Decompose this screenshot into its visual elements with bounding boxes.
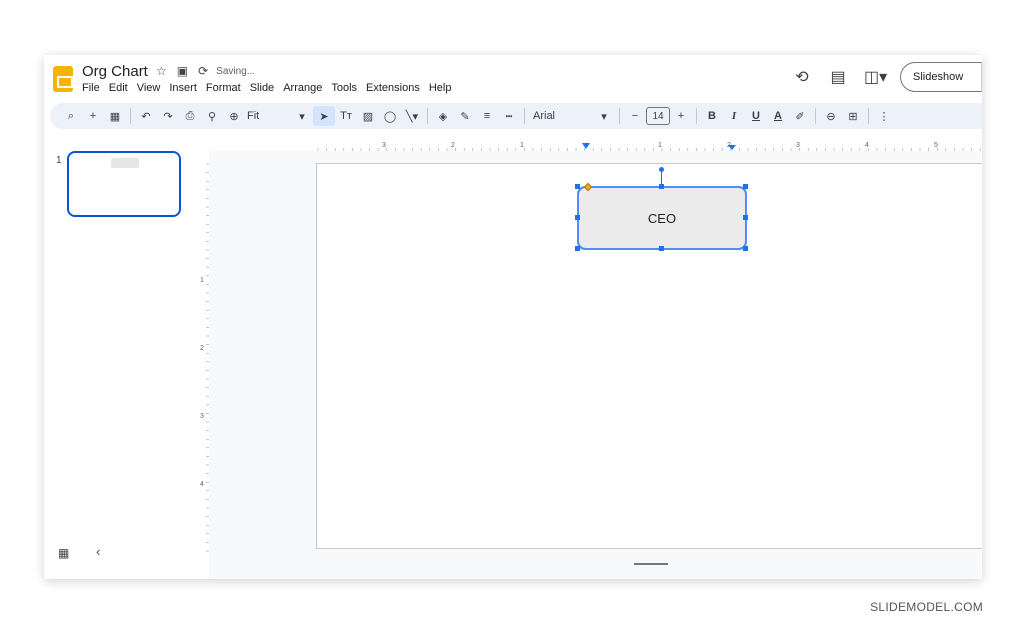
ceo-shape[interactable]: CEO — [578, 187, 746, 249]
shape-text[interactable]: CEO — [648, 211, 676, 226]
rotation-handle[interactable] — [659, 167, 664, 172]
resize-handle-ne[interactable] — [743, 184, 748, 189]
undo-icon[interactable]: ↶ — [135, 106, 157, 126]
header-actions: ⟲ ▤ ◫▾ Slideshow — [792, 62, 982, 92]
insert-link-icon[interactable]: ⊖ — [820, 106, 842, 126]
menu-view[interactable]: View — [137, 82, 161, 94]
fill-color-icon[interactable]: ◈ — [432, 106, 454, 126]
collapse-panel-icon[interactable]: ‹ — [96, 544, 100, 559]
text-box-icon[interactable]: Tт — [335, 106, 357, 126]
menu-extensions[interactable]: Extensions — [366, 82, 420, 94]
redo-icon[interactable]: ↷ — [157, 106, 179, 126]
speaker-notes-handle[interactable] — [634, 563, 668, 565]
toolbar-divider — [130, 108, 131, 124]
slide-thumbnail[interactable] — [67, 151, 181, 217]
border-weight-icon[interactable]: ≡ — [476, 106, 498, 126]
text-color-button[interactable]: A — [767, 106, 789, 126]
ruler-label: 5 — [934, 142, 938, 149]
italic-button[interactable]: I — [723, 106, 745, 126]
slide-number: 1 — [56, 155, 62, 166]
new-slide-icon[interactable]: + — [82, 106, 104, 126]
ruler-label: 3 — [796, 142, 800, 149]
toolbar: ⌕ + ▦ ↶ ↷ ⎙ ⚲ ⊕ Fit ▾ ➤ Tт ▨ ◯ ╲▾ ◈ ✎ ≡ … — [50, 103, 982, 129]
bold-button[interactable]: B — [701, 106, 723, 126]
resize-handle-se[interactable] — [743, 246, 748, 251]
ruler-label: 1 — [658, 142, 662, 149]
toolbar-divider — [619, 108, 620, 124]
search-menus-icon[interactable]: ⌕ — [60, 106, 82, 126]
saving-sync-icon: ⟳ — [198, 64, 209, 78]
select-tool-icon[interactable]: ➤ — [313, 106, 335, 126]
ruler-label: 1 — [200, 277, 204, 284]
resize-handle-n[interactable] — [659, 184, 664, 189]
line-icon[interactable]: ╲▾ — [401, 106, 423, 126]
ruler-label: 2 — [451, 142, 455, 149]
ruler-label: 4 — [200, 481, 204, 488]
menu-tools[interactable]: Tools — [331, 82, 357, 94]
menu-edit[interactable]: Edit — [109, 82, 128, 94]
toolbar-divider — [868, 108, 869, 124]
resize-handle-w[interactable] — [575, 215, 580, 220]
layout-icon[interactable]: ▦ — [104, 106, 126, 126]
vertical-ruler[interactable]: 1 2 3 4 — [199, 162, 209, 558]
more-options-icon[interactable]: ⋮ — [873, 106, 895, 126]
app-window: Org Chart ☆ ▣ ⟳ Saving... File Edit View… — [44, 55, 982, 579]
chevron-down-icon[interactable]: ▾ — [291, 106, 313, 126]
title-actions: ☆ ▣ ⟳ Saving... — [156, 64, 255, 78]
highlight-color-icon[interactable]: ✐ — [789, 106, 811, 126]
toolbar-divider — [815, 108, 816, 124]
watermark: SLIDEMODEL.COM — [870, 600, 983, 614]
ruler-label: 1 — [520, 142, 524, 149]
zoom-icon[interactable]: ⊕ — [223, 106, 245, 126]
version-history-icon[interactable]: ⟲ — [792, 67, 812, 87]
chevron-down-icon[interactable]: ▾ — [593, 106, 615, 126]
border-color-icon[interactable]: ✎ — [454, 106, 476, 126]
menu-bar: File Edit View Insert Format Slide Arran… — [82, 82, 451, 94]
menu-arrange[interactable]: Arrange — [283, 82, 322, 94]
comments-icon[interactable]: ▤ — [828, 67, 848, 87]
resize-handle-sw[interactable] — [575, 246, 580, 251]
resize-handle-nw[interactable] — [575, 184, 580, 189]
thumbnail-shape — [111, 158, 139, 168]
resize-handle-s[interactable] — [659, 246, 664, 251]
slides-logo-icon[interactable] — [53, 66, 73, 92]
ruler-label: 4 — [865, 142, 869, 149]
toolbar-divider — [427, 108, 428, 124]
horizontal-ruler[interactable]: 32112345 — [314, 139, 982, 151]
ruler-label: 2 — [200, 345, 204, 352]
ruler-label: 3 — [382, 142, 386, 149]
font-size-input[interactable]: 14 — [646, 107, 670, 125]
shape-icon[interactable]: ◯ — [379, 106, 401, 126]
menu-insert[interactable]: Insert — [169, 82, 197, 94]
menu-slide[interactable]: Slide — [250, 82, 274, 94]
video-call-icon[interactable]: ◫▾ — [864, 67, 887, 87]
ruler-label: 3 — [200, 413, 204, 420]
increase-font-size-icon[interactable]: + — [670, 106, 692, 126]
underline-button[interactable]: U — [745, 106, 767, 126]
insert-image-icon[interactable]: ▨ — [357, 106, 379, 126]
toolbar-divider — [696, 108, 697, 124]
grid-view-icon[interactable]: ▦ — [58, 546, 69, 560]
menu-format[interactable]: Format — [206, 82, 241, 94]
zoom-select[interactable]: Fit — [245, 106, 291, 126]
document-title[interactable]: Org Chart — [82, 63, 148, 80]
paint-format-icon[interactable]: ⚲ — [201, 106, 223, 126]
menu-file[interactable]: File — [82, 82, 100, 94]
border-dash-icon[interactable]: ┅ — [498, 106, 520, 126]
add-comment-icon[interactable]: ⊞ — [842, 106, 864, 126]
indent-marker — [582, 143, 590, 149]
save-status: Saving... — [216, 65, 256, 77]
decrease-font-size-icon[interactable]: − — [624, 106, 646, 126]
menu-help[interactable]: Help — [429, 82, 452, 94]
font-select[interactable]: Arial — [529, 106, 593, 126]
toolbar-divider — [524, 108, 525, 124]
slideshow-button[interactable]: Slideshow — [900, 62, 982, 92]
move-to-folder-icon[interactable]: ▣ — [177, 64, 188, 78]
slide-canvas[interactable]: CEO — [316, 163, 982, 549]
print-icon[interactable]: ⎙ — [179, 106, 201, 126]
resize-handle-e[interactable] — [743, 215, 748, 220]
star-icon[interactable]: ☆ — [156, 64, 167, 78]
